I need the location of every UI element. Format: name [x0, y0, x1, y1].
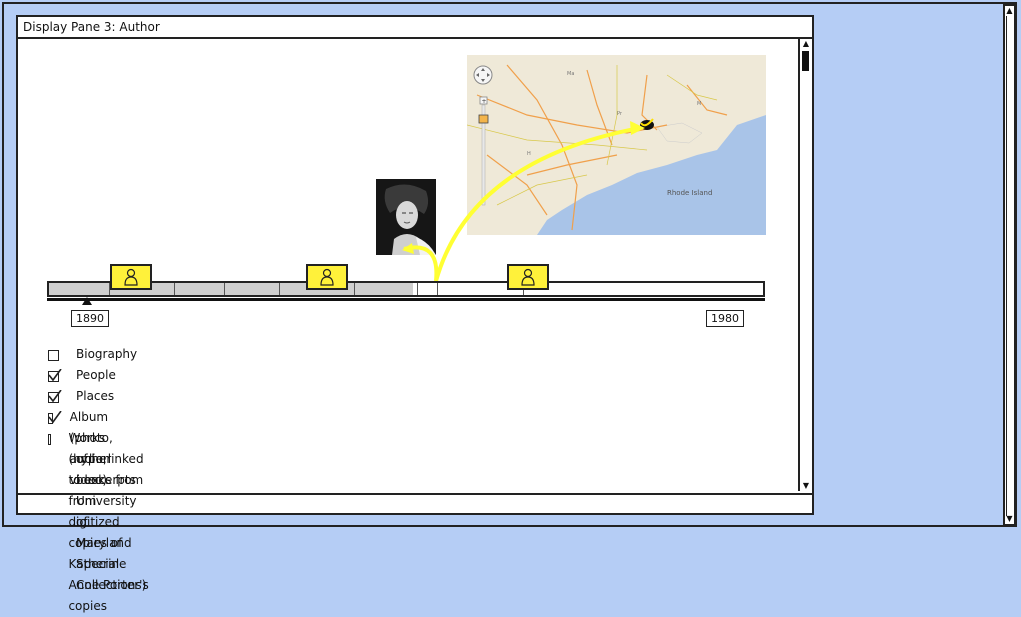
filter-label: of her books from University of Maryland…	[76, 452, 147, 592]
timeline-filled-range	[49, 283, 414, 295]
timeline-person-event[interactable]	[110, 264, 152, 290]
timeline-tick	[224, 283, 225, 295]
filter-label: Biography	[76, 347, 138, 361]
timeline-person-event[interactable]	[507, 264, 549, 290]
filter-label: People	[76, 368, 116, 382]
timeline-tick	[417, 283, 418, 295]
timeline-tick	[174, 283, 175, 295]
filter-places[interactable]: Places	[48, 389, 114, 407]
filter-people[interactable]: People	[48, 368, 116, 386]
checkmark-icon	[48, 411, 62, 424]
timeline-tick	[354, 283, 355, 295]
filter-biography[interactable]: Biography	[48, 347, 137, 365]
timeline-tick	[437, 283, 438, 295]
timeline-current-marker-icon[interactable]	[82, 297, 92, 305]
timeline-start-year: 1890	[71, 310, 109, 327]
people-checkbox[interactable]	[48, 369, 62, 382]
works-checkbox[interactable]	[48, 434, 52, 445]
person-icon	[521, 268, 535, 286]
person-icon	[124, 268, 138, 286]
timeline-baseline	[47, 298, 765, 301]
filter-works-continuation: of her books from University of Maryland…	[76, 452, 146, 596]
album-checkbox[interactable]	[48, 411, 62, 424]
timeline-tick	[279, 283, 280, 295]
filter-label: Places	[76, 389, 115, 403]
biography-checkbox[interactable]	[48, 350, 59, 361]
checkmark-icon	[48, 390, 62, 403]
timeline-end-year: 1980	[706, 310, 744, 327]
timeline-person-event[interactable]	[306, 264, 348, 290]
person-icon	[320, 268, 334, 286]
timeline-bar[interactable]	[47, 281, 765, 297]
checkmark-icon	[48, 369, 62, 382]
places-checkbox[interactable]	[48, 390, 62, 403]
